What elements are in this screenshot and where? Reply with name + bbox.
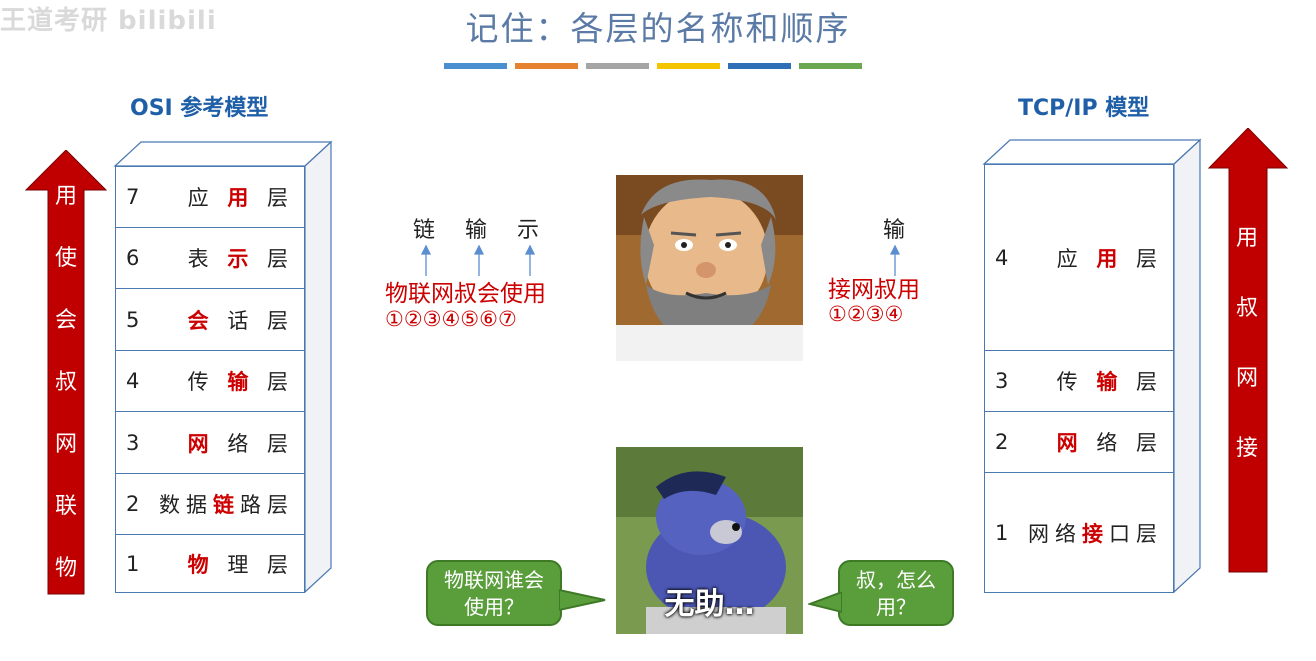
tcpip-mnemonic-phrase: 接网叔用: [828, 277, 920, 303]
osi-layer-3: 3 网 络 层: [115, 411, 305, 473]
tcpip-mnemonic-numbers: ①②③④: [828, 302, 904, 326]
osi-layer-6: 6 表 示 层: [115, 227, 305, 288]
tcpip-layer-3: 3 传 输 层: [984, 350, 1174, 411]
layer-mnemonic-char: 会: [187, 308, 215, 333]
osi-mnemonic: 链 输 示 物联网叔会使用 ①②③④⑤⑥⑦: [385, 208, 575, 348]
layer-number: 3: [126, 430, 140, 455]
tcpip-layer-4: 4 应 用 层: [984, 164, 1174, 350]
arrow-char: 联: [54, 494, 77, 519]
osi-mnemonic-phrase: 物联网叔会使用: [385, 281, 546, 307]
page-title: 记住：各层的名称和顺序: [465, 9, 851, 48]
layer-mnemonic-char: 输: [227, 370, 255, 394]
tcpip-layer-stack: 4 应 用 层 3 传 输 层 2 网 络 层 1 网络接口层: [982, 138, 1204, 594]
layer-name: 网 络 层: [187, 431, 294, 456]
layer-mnemonic-char: 物: [187, 552, 215, 577]
layer-mnemonic-char: 输: [1096, 370, 1124, 394]
osi-layer-stack: 7 应 用 层 6 表 示 层 5 会 话 层 4 传 输 层 3 网 络 层 2 数据链路层 1 物 理…: [113, 140, 335, 594]
layer-name: 传 输 层: [1056, 370, 1163, 394]
tcpip-note-1: 输: [883, 218, 906, 243]
tcpip-layer-2: 2 网 络 层: [984, 411, 1174, 472]
title-color-bar-3: [586, 63, 649, 69]
title-color-bar-4: [657, 63, 720, 69]
speech-bubble-left: 物联网谁会使用？: [426, 560, 562, 626]
layer-mnemonic-char: 链: [213, 493, 240, 517]
arrow-char: 网: [1235, 366, 1258, 391]
tcpip-mnemonic: 输 接网叔用 ①②③④: [828, 208, 948, 348]
layer-number: 4: [126, 369, 140, 393]
layer-name: 数据链路层: [159, 493, 294, 517]
layer-number: 6: [126, 246, 140, 270]
layer-mnemonic-char: 示: [227, 247, 255, 271]
arrow-char: 用: [54, 184, 77, 209]
layer-name: 应 用 层: [187, 186, 294, 210]
osi-layer-4: 4 传 输 层: [115, 350, 305, 411]
layer-name: 表 示 层: [187, 247, 294, 271]
osi-note-pointer-arrows: [420, 244, 536, 276]
helpless-bear-meme: 无助…: [616, 447, 803, 634]
title-color-bar-1: [444, 63, 507, 69]
speech-bubble-right: 叔，怎么用？: [838, 560, 954, 626]
arrow-char: 接: [1235, 436, 1258, 461]
osi-mnemonic-numbers: ①②③④⑤⑥⑦: [385, 307, 517, 331]
layer-name: 网 络 层: [1056, 431, 1163, 455]
tcpip-layer-1: 1 网络接口层: [984, 472, 1174, 593]
layer-number: 2: [126, 492, 140, 516]
title-color-bar-6: [799, 63, 862, 69]
arrow-char: 会: [54, 308, 77, 333]
arrow-char: 网: [54, 432, 77, 457]
osi-layer-1: 1 物 理 层: [115, 534, 305, 593]
layer-number: 1: [126, 551, 140, 576]
layer-mnemonic-char: 用: [227, 186, 255, 210]
arrow-char: 物: [54, 556, 77, 581]
osi-layer-7: 7 应 用 层: [115, 166, 305, 227]
tcpip-up-arrow-icon: [1207, 128, 1289, 573]
arrow-char: 叔: [1235, 296, 1258, 321]
layer-number: 7: [126, 185, 140, 209]
title-color-bar-5: [728, 63, 791, 69]
osi-note-1: 链: [413, 218, 436, 243]
osi-layer-5: 5 会 话 层: [115, 288, 305, 350]
layer-number: 3: [995, 369, 1009, 393]
layer-number: 2: [995, 430, 1009, 454]
osi-model-title: OSI 参考模型: [130, 96, 269, 121]
uncle-cartoon-image: [616, 175, 803, 361]
bubble-right-tail-icon: [808, 592, 842, 614]
layer-mnemonic-char: 接: [1082, 521, 1109, 546]
layer-name: 传 输 层: [187, 370, 294, 394]
layer-mnemonic-char: 网: [187, 431, 215, 456]
arrow-char: 使: [54, 246, 77, 271]
layer-name: 会 话 层: [187, 308, 294, 333]
osi-note-3: 示: [517, 218, 540, 243]
layer-number: 4: [995, 245, 1009, 270]
layer-mnemonic-char: 网: [1056, 431, 1084, 455]
osi-note-2: 输: [465, 218, 488, 243]
layer-number: 1: [995, 520, 1009, 545]
arrow-char: 用: [1235, 226, 1258, 251]
meme-caption: 无助…: [664, 587, 755, 622]
layer-number: 5: [126, 307, 140, 332]
uncle-cartoon-icon: [616, 175, 803, 361]
layer-name: 物 理 层: [187, 552, 294, 577]
tcpip-model-title: TCP/IP 模型: [1018, 96, 1150, 121]
arrow-char: 叔: [54, 370, 77, 395]
layer-name: 网络接口层: [1028, 521, 1163, 546]
title-color-bar-2: [515, 63, 578, 69]
layer-name: 应 用 层: [1056, 246, 1163, 271]
bubble-left-tail-icon: [559, 588, 606, 612]
layer-mnemonic-char: 用: [1096, 246, 1124, 271]
osi-layer-2: 2 数据链路层: [115, 473, 305, 534]
